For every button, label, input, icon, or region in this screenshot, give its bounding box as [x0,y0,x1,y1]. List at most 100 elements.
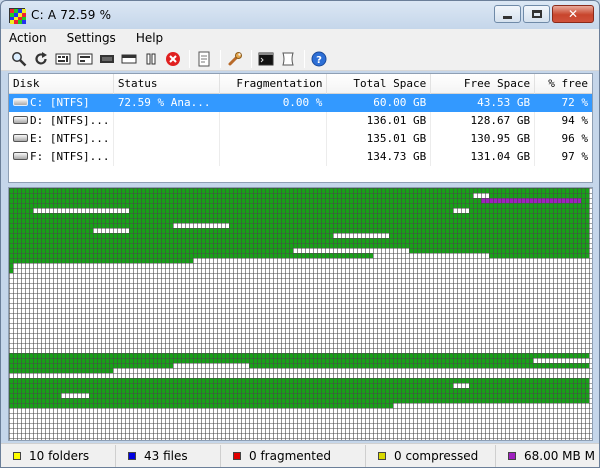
cluster-map[interactable] [8,187,593,441]
stop-button[interactable] [163,49,183,69]
toolbar-separator [304,49,305,68]
disk-row-e[interactable]: E: [NTFS]... 135.01 GB 130.95 GB 96 % [9,130,592,148]
console-button[interactable] [256,49,276,69]
disk-list-header: Disk Status Fragmentation Total Space Fr… [9,74,592,94]
folders-count: 10 folders [29,448,90,463]
minimize-icon [503,15,512,19]
scripts-button[interactable] [278,49,298,69]
status-bar: 10 folders 43 files 0 fragmented 0 compr… [1,443,599,467]
column-header-fragmentation[interactable]: Fragmentation [220,74,328,94]
fragmentation-cell [220,112,328,130]
mft-optimize-icon [121,54,137,63]
quick-optimize-button[interactable] [75,49,95,69]
free-space-cell: 128.67 GB [431,112,536,130]
files-legend-icon [128,451,136,460]
total-space-cell: 60.00 GB [327,94,432,112]
settings-wrench-icon [228,51,242,65]
analyze-button[interactable] [9,49,29,69]
free-space-cell: 131.04 GB [431,148,536,166]
column-header-free-space[interactable]: Free Space [431,74,536,94]
pause-icon [146,53,156,64]
app-logo-icon [9,8,26,24]
free-space-cell: 43.53 GB [431,94,536,112]
fragmentation-cell [220,148,328,166]
disk-name: D: [NTFS]... [30,114,110,127]
status-compressed: 0 compressed [366,444,496,467]
disk-list: Disk Status Fragmentation Total Space Fr… [8,73,593,183]
disk-name: F: [NTFS]... [30,150,110,163]
percent-free-cell: 72 % [561,96,589,109]
drive-icon [13,116,28,124]
minimize-button[interactable] [494,5,521,23]
close-icon: ✕ [567,7,579,21]
column-header-disk[interactable]: Disk [9,74,114,94]
disk-row-d[interactable]: D: [NTFS]... 136.01 GB 128.67 GB 94 % [9,112,592,130]
disk-cell: C: [NTFS] [9,94,114,112]
mft-size: 68.00 MB M [524,448,595,463]
drive-icon [13,134,28,142]
drive-icon [13,152,28,160]
menu-help[interactable]: Help [134,30,165,46]
disk-cell: D: [NTFS]... [9,112,114,130]
report-icon [198,51,210,66]
defrag-button[interactable] [53,49,73,69]
title-bar[interactable]: C: A 72.59 % ✕ [1,1,599,29]
total-space-cell: 134.73 GB [327,148,432,166]
column-header-status[interactable]: Status [114,74,220,94]
pause-button[interactable] [141,49,161,69]
help-button[interactable]: ? [309,49,329,69]
toolbar-separator [251,49,252,68]
fragmented-legend-icon [233,451,241,460]
full-optimize-button[interactable] [97,49,117,69]
folders-legend-icon [13,451,21,460]
fragmentation-cell: 0.00 % [220,94,328,112]
compressed-legend-icon [378,451,386,460]
scripts-icon [282,52,294,65]
menu-settings[interactable]: Settings [65,30,118,46]
toolbar: ? [1,47,599,71]
total-space-cell: 135.01 GB [327,130,432,148]
mft-optimize-button[interactable] [119,49,139,69]
toolbar-separator [220,49,221,68]
analyze-icon [12,51,27,66]
svg-text:?: ? [316,55,322,66]
window-title: C: A 72.59 % [31,8,112,22]
maximize-icon [531,10,542,18]
disk-row-f[interactable]: F: [NTFS]... 134.73 GB 131.04 GB 97 % [9,148,592,166]
status-files: 43 files [116,444,221,467]
menu-action[interactable]: Action [7,30,49,46]
drive-icon [13,98,28,106]
status-folders: 10 folders [1,444,116,467]
fragmented-count: 0 fragmented [249,448,331,463]
status-mft: 68.00 MB M [496,445,599,467]
console-icon [258,52,274,65]
refresh-icon [35,51,47,65]
column-header-total-space[interactable]: Total Space [327,74,432,94]
refresh-button[interactable] [31,49,51,69]
fragmentation-cell [220,130,328,148]
status-cell [114,130,220,148]
status-cell: 72.59 % Ana... [114,94,220,112]
compressed-count: 0 compressed [394,448,479,463]
close-button[interactable]: ✕ [552,5,594,23]
maximize-button[interactable] [523,5,550,23]
mft-legend-icon [508,451,516,460]
report-button[interactable] [194,49,214,69]
status-fragmented: 0 fragmented [221,444,366,467]
full-optimize-icon [100,54,114,63]
files-count: 43 files [144,448,188,463]
column-header-percent-free[interactable]: % free [535,74,592,94]
defrag-icon [55,53,71,64]
disk-row-c[interactable]: C: [NTFS] 72.59 % Ana... 0.00 % 60.00 GB… [9,94,592,112]
percent-free-cell: 97 % [561,150,589,163]
stop-icon [166,51,180,66]
disk-cell: E: [NTFS]... [9,130,114,148]
toolbar-separator [189,49,190,68]
disk-name: C: [NTFS] [30,96,90,109]
menu-bar: Action Settings Help [1,29,599,47]
total-space-cell: 136.01 GB [327,112,432,130]
settings-button[interactable] [225,49,245,69]
quick-optimize-icon [77,53,93,64]
app-window: C: A 72.59 % ✕ Action Settings Help ? Di… [0,0,600,468]
cluster-map-canvas [9,188,592,440]
